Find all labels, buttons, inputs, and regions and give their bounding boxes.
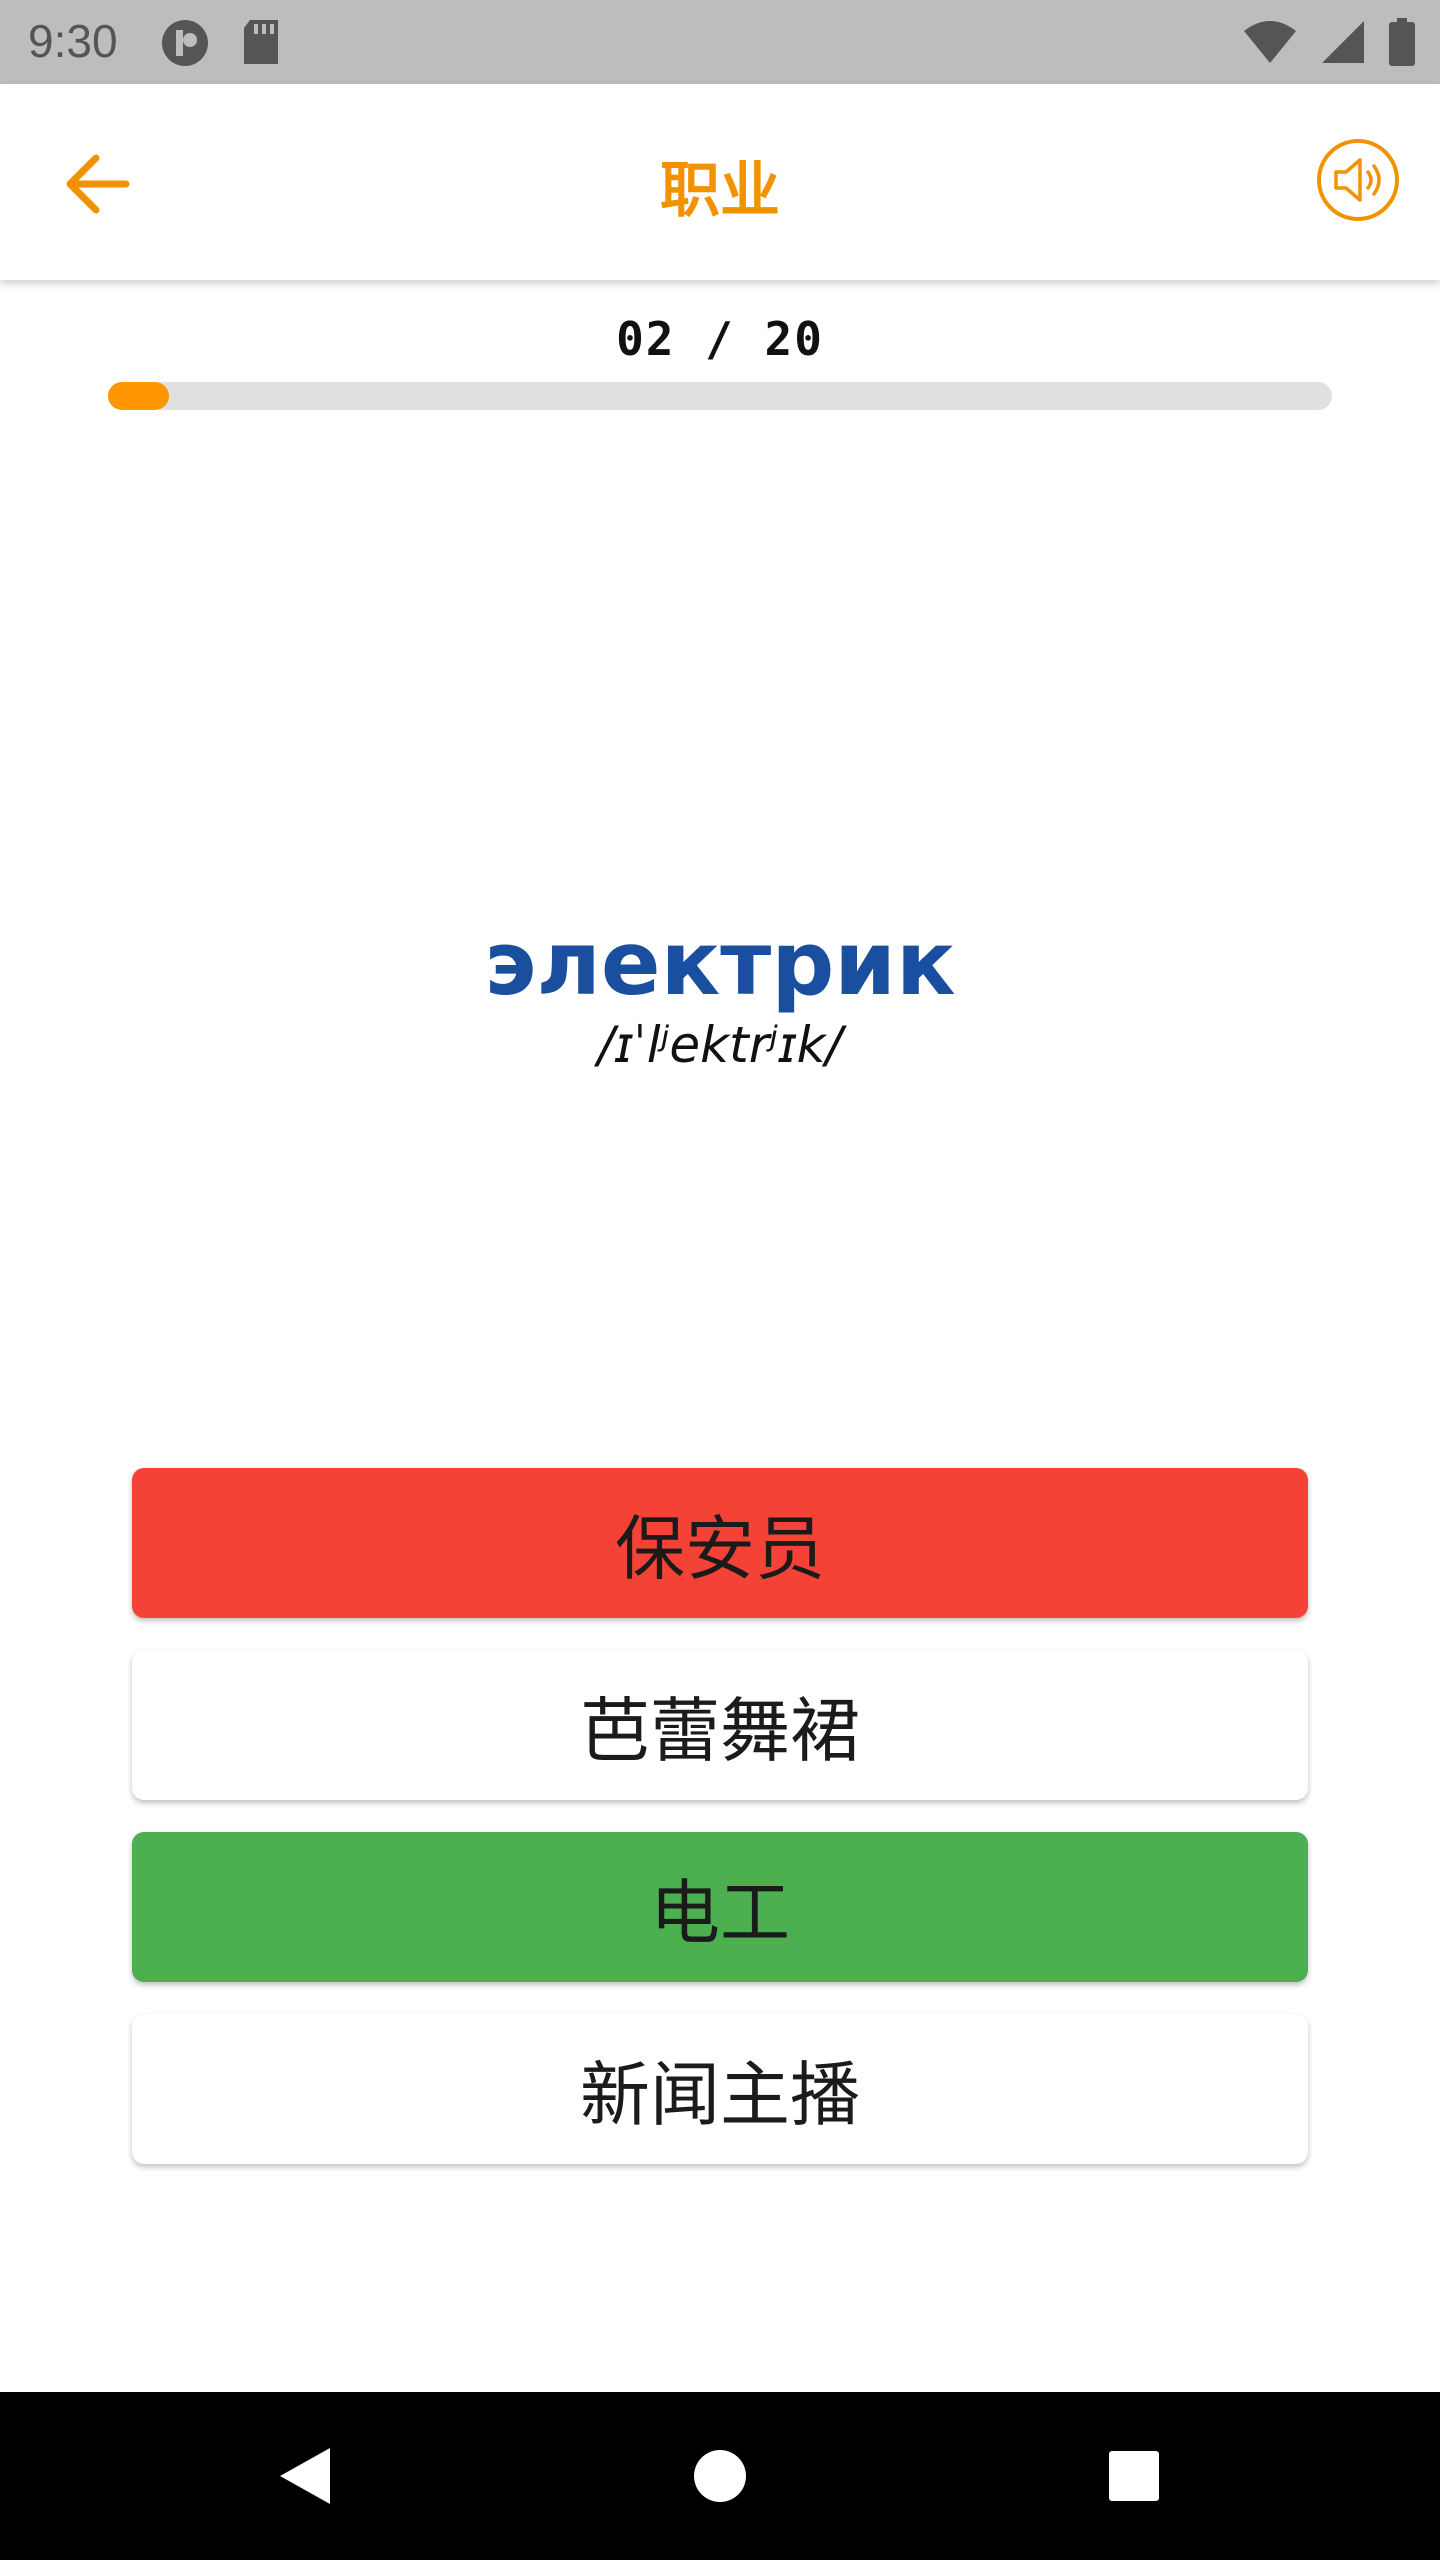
progress-counter: 02 / 20 bbox=[616, 312, 824, 366]
answer-option-2[interactable]: 芭蕾舞裙 bbox=[132, 1650, 1308, 1800]
app-bar: 职业 bbox=[0, 84, 1440, 280]
nav-back-button[interactable] bbox=[268, 2436, 348, 2516]
word-phonetic: /ɪˈlʲektrʲɪk/ bbox=[597, 1016, 843, 1074]
wifi-icon bbox=[1242, 19, 1298, 69]
answer-option-label: 芭蕾舞裙 bbox=[580, 1689, 860, 1772]
battery-icon bbox=[1388, 18, 1416, 70]
answer-option-label: 新闻主播 bbox=[580, 2053, 860, 2136]
status-time: 9:30 bbox=[28, 15, 118, 67]
answer-option-label: 电工 bbox=[650, 1871, 790, 1954]
quiz-word: электрик bbox=[484, 912, 956, 1015]
nav-home-button[interactable] bbox=[680, 2436, 760, 2516]
triangle-back-icon bbox=[268, 2448, 348, 2520]
sd-card-icon bbox=[240, 18, 282, 72]
answer-option-label: 保安员 bbox=[615, 1507, 825, 1590]
progress-bar-fill bbox=[108, 382, 170, 410]
answer-option-4[interactable]: 新闻主播 bbox=[132, 2014, 1308, 2164]
speaker-icon bbox=[1316, 139, 1400, 226]
sound-button[interactable] bbox=[1316, 138, 1400, 222]
progress-bar bbox=[108, 382, 1332, 410]
app-notification-icon bbox=[160, 18, 210, 72]
answer-option-3[interactable]: 电工 bbox=[132, 1832, 1308, 1982]
answer-option-1[interactable]: 保安员 bbox=[132, 1468, 1308, 1618]
navigation-bar bbox=[0, 2392, 1440, 2560]
nav-recents-button[interactable] bbox=[1094, 2436, 1174, 2516]
page-title: 职业 bbox=[660, 156, 780, 226]
circle-home-icon bbox=[680, 2450, 760, 2520]
status-bar: 9:30 bbox=[0, 0, 1440, 84]
square-recents-icon bbox=[1094, 2451, 1174, 2520]
signal-icon bbox=[1320, 19, 1366, 69]
